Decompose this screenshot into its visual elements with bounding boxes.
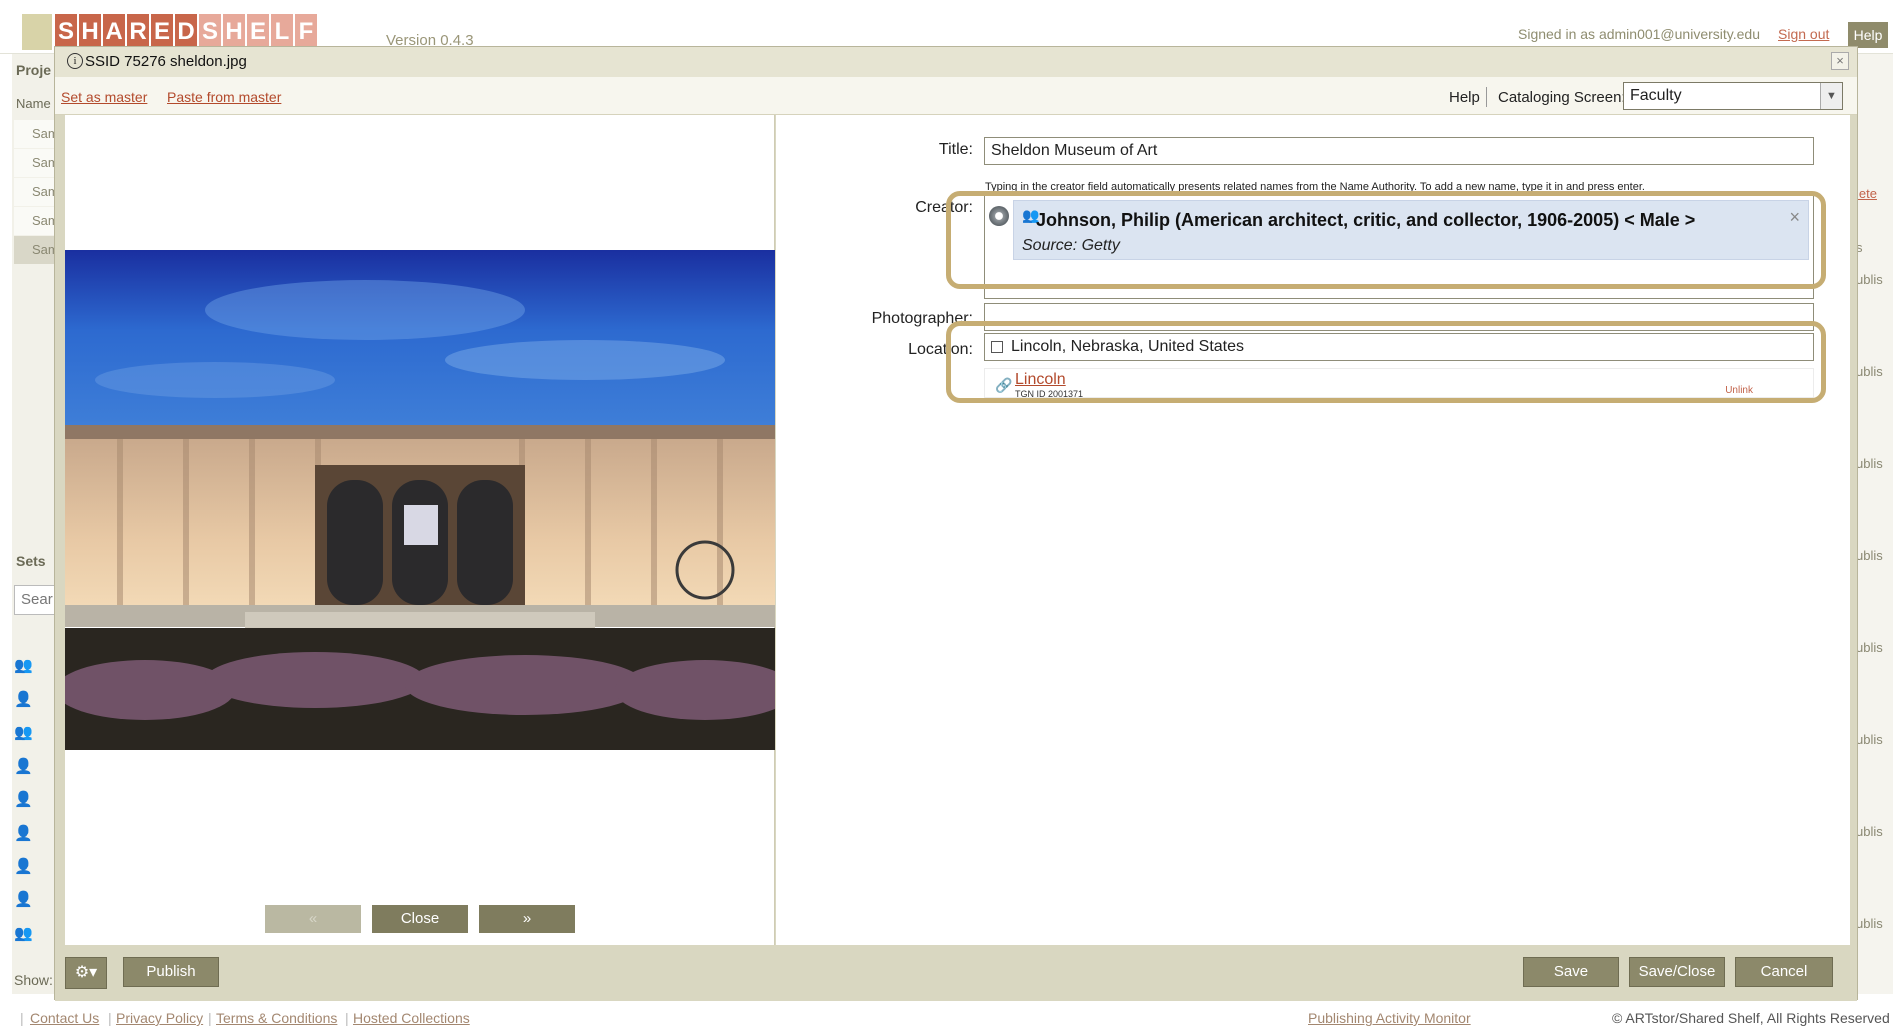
previous-button[interactable]: «	[265, 905, 361, 933]
signed-in-text: Signed in as admin001@university.edu	[1518, 26, 1760, 42]
delete-link[interactable]: lete	[1856, 186, 1877, 201]
set-as-master-link[interactable]: Set as master	[61, 89, 147, 105]
show-label: Show:	[14, 972, 53, 988]
logo-letter: S	[199, 14, 221, 50]
publish-status: ublis	[1856, 456, 1883, 471]
user-icon: 👤	[14, 758, 33, 775]
toolbar-divider	[1486, 87, 1487, 107]
paste-from-master-link[interactable]: Paste from master	[167, 89, 281, 105]
modal-toolbar: Set as master Paste from master Help Cat…	[55, 77, 1857, 115]
user-icon: 👤	[14, 891, 33, 908]
creator-highlight	[946, 191, 1826, 289]
publish-status: ublis	[1856, 732, 1883, 747]
cataloging-form: Title: Sheldon Museum of Art Typing in t…	[776, 115, 1850, 945]
publish-status: ublis	[1856, 272, 1883, 287]
cancel-button[interactable]: Cancel	[1735, 957, 1833, 987]
info-icon[interactable]: i	[67, 53, 83, 69]
publish-status: ublis	[1856, 640, 1883, 655]
modal-action-bar: ⚙▾ Publish Save Save/Close Cancel	[55, 945, 1857, 1001]
title-input[interactable]: Sheldon Museum of Art	[984, 137, 1814, 165]
user-icon: 👤	[14, 691, 33, 708]
cataloging-screen-select[interactable]: Faculty ▼	[1623, 82, 1843, 110]
close-button[interactable]: Close	[372, 905, 468, 933]
logo-square	[22, 14, 52, 50]
footer: | Contact Us | Privacy Policy | Terms & …	[0, 1004, 1893, 1027]
logo-letter: R	[127, 14, 149, 50]
logo-letter: A	[103, 14, 125, 50]
location-highlight	[946, 321, 1826, 403]
logo-letter: S	[55, 14, 77, 50]
toolbar-help-link[interactable]: Help	[1449, 89, 1480, 106]
help-button[interactable]: Help	[1848, 22, 1888, 48]
image-viewer-pane: « Close »	[65, 115, 775, 945]
publish-status: ublis	[1856, 364, 1883, 379]
terms-link[interactable]: Terms & Conditions	[216, 1010, 337, 1026]
cataloging-modal: i SSID 75276 sheldon.jpg × Set as master…	[54, 46, 1858, 1001]
cataloging-screen-value: Faculty	[1630, 87, 1682, 104]
projects-heading: Proje	[16, 62, 52, 78]
gear-menu-button[interactable]: ⚙▾	[65, 957, 107, 989]
next-button[interactable]: »	[479, 905, 575, 933]
sign-out-link[interactable]: Sign out	[1778, 26, 1829, 42]
group-user-icon: 👥	[14, 925, 33, 942]
name-column-header: Name	[16, 96, 51, 111]
publishing-activity-monitor-link[interactable]: Publishing Activity Monitor	[1308, 1010, 1471, 1026]
contact-us-link[interactable]: Contact Us	[30, 1010, 99, 1026]
logo-letter: E	[151, 14, 173, 50]
publish-button[interactable]: Publish	[123, 957, 219, 987]
logo-letter: D	[175, 14, 197, 50]
logo-letter: H	[79, 14, 101, 50]
logo-letter: E	[247, 14, 269, 50]
group-user-icon: 👥	[14, 724, 33, 741]
privacy-policy-link[interactable]: Privacy Policy	[116, 1010, 203, 1026]
logo-letter: H	[223, 14, 245, 50]
logo-letter: L	[271, 14, 293, 50]
logo-letter: F	[295, 14, 317, 50]
chevron-down-icon[interactable]: ▼	[1820, 83, 1842, 109]
group-user-icon: 👥	[14, 657, 33, 674]
save-close-button[interactable]: Save/Close	[1629, 957, 1725, 987]
close-icon[interactable]: ×	[1831, 52, 1849, 70]
publish-status: ublis	[1856, 824, 1883, 839]
sets-heading: Sets	[16, 553, 46, 569]
publish-status: ublis	[1856, 916, 1883, 931]
modal-titlebar: i SSID 75276 sheldon.jpg ×	[55, 47, 1857, 77]
artwork-image	[65, 250, 775, 750]
user-icon: 👤	[14, 791, 33, 808]
save-button[interactable]: Save	[1523, 957, 1619, 987]
shared-shelf-logo: S H A R E D S H E L F	[22, 14, 319, 50]
user-icon: 👤	[14, 825, 33, 842]
title-label: Title:	[938, 141, 973, 158]
user-icon: 👤	[14, 858, 33, 875]
cataloging-screen-label: Cataloging Screen:	[1498, 89, 1626, 106]
publish-status: ublis	[1856, 548, 1883, 563]
modal-title: SSID 75276 sheldon.jpg	[85, 53, 247, 70]
hosted-collections-link[interactable]: Hosted Collections	[353, 1010, 470, 1026]
copyright-text: © ARTstor/Shared Shelf, All Rights Reser…	[1612, 1010, 1890, 1026]
